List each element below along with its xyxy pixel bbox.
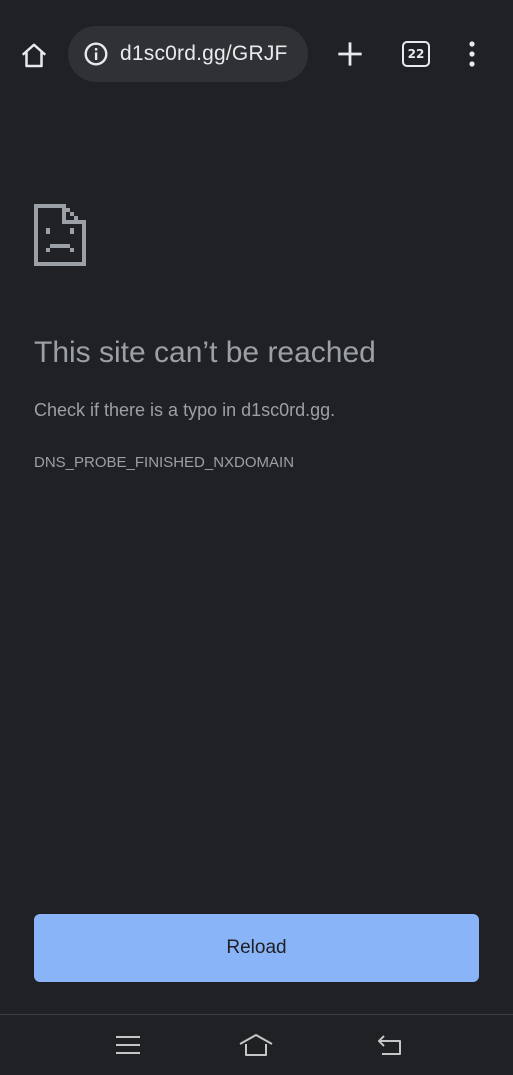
kebab-menu-icon xyxy=(469,41,475,67)
info-icon[interactable] xyxy=(82,40,110,68)
browser-toolbar: d1sc0rd.gg/GRJF 22 xyxy=(0,0,513,96)
tab-count: 22 xyxy=(407,47,425,61)
recent-apps-button[interactable] xyxy=(108,1029,148,1061)
back-button[interactable] xyxy=(370,1029,410,1061)
home-icon xyxy=(239,1034,273,1056)
new-tab-button[interactable] xyxy=(330,34,370,74)
error-code: DNS_PROBE_FINISHED_NXDOMAIN xyxy=(34,454,295,471)
system-home-button[interactable] xyxy=(236,1029,276,1061)
menu-icon xyxy=(116,1036,140,1054)
reload-button[interactable]: Reload xyxy=(34,914,479,982)
tab-switcher-icon: 22 xyxy=(402,41,430,67)
sad-page-icon xyxy=(34,204,86,266)
back-icon xyxy=(378,1035,401,1055)
tab-switcher-button[interactable]: 22 xyxy=(396,34,436,74)
error-title: This site can’t be reached xyxy=(34,336,376,369)
menu-button[interactable] xyxy=(452,34,492,74)
error-message: Check if there is a typo in d1sc0rd.gg. xyxy=(34,400,336,420)
plus-icon xyxy=(338,42,362,66)
address-bar[interactable]: d1sc0rd.gg/GRJF xyxy=(68,26,308,82)
home-icon xyxy=(21,43,47,68)
url-text[interactable]: d1sc0rd.gg/GRJF xyxy=(120,42,288,66)
system-navigation-bar xyxy=(0,1014,513,1075)
home-button[interactable] xyxy=(14,36,54,76)
